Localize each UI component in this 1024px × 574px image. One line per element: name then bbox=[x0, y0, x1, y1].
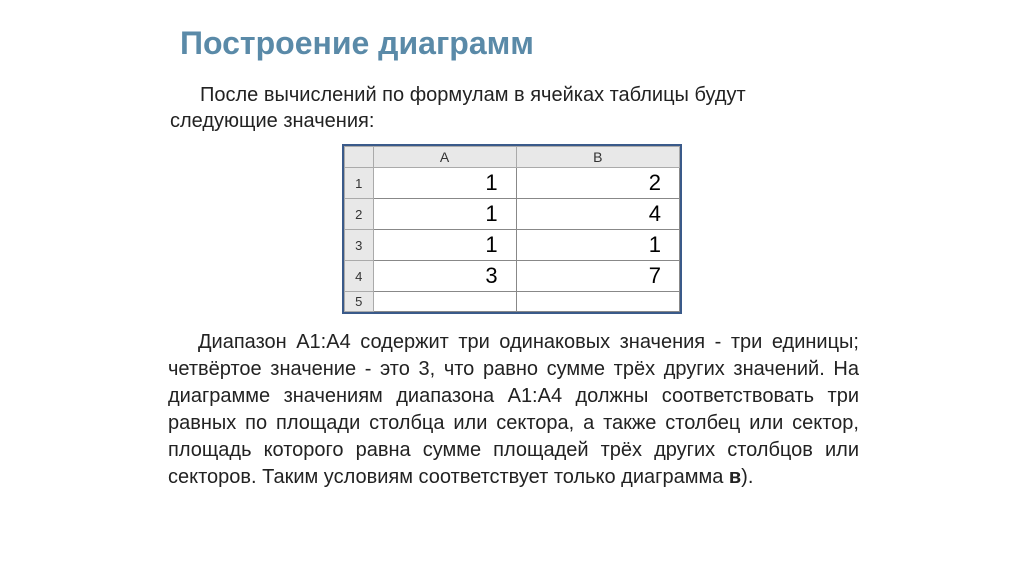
body-text-part1: Диапазон A1:A4 содержит три одинаковых з… bbox=[168, 331, 859, 488]
cell-b5 bbox=[516, 292, 679, 312]
cell-a4: 3 bbox=[373, 261, 516, 292]
body-text-bold: в bbox=[729, 466, 741, 488]
cell-b3: 1 bbox=[516, 230, 679, 261]
column-header-a: A bbox=[373, 147, 516, 168]
corner-cell bbox=[345, 147, 374, 168]
column-header-b: B bbox=[516, 147, 679, 168]
spreadsheet-container: A B 1 1 2 2 1 4 3 1 1 4 3 7 5 bbox=[342, 144, 682, 314]
cell-a5 bbox=[373, 292, 516, 312]
row-header-1: 1 bbox=[345, 168, 374, 199]
cell-b1: 2 bbox=[516, 168, 679, 199]
row-header-2: 2 bbox=[345, 199, 374, 230]
cell-b4: 7 bbox=[516, 261, 679, 292]
cell-b2: 4 bbox=[516, 199, 679, 230]
cell-a3: 1 bbox=[373, 230, 516, 261]
page-title: Построение диаграмм bbox=[180, 25, 1024, 62]
row-header-4: 4 bbox=[345, 261, 374, 292]
spreadsheet-table: A B 1 1 2 2 1 4 3 1 1 4 3 7 5 bbox=[344, 146, 680, 312]
cell-a1: 1 bbox=[373, 168, 516, 199]
body-text-part2: ). bbox=[741, 466, 753, 488]
intro-paragraph: После вычислений по формулам в ячейках т… bbox=[170, 82, 854, 134]
row-header-3: 3 bbox=[345, 230, 374, 261]
body-paragraph: Диапазон A1:A4 содержит три одинаковых з… bbox=[168, 329, 859, 491]
row-header-5: 5 bbox=[345, 292, 374, 312]
cell-a2: 1 bbox=[373, 199, 516, 230]
